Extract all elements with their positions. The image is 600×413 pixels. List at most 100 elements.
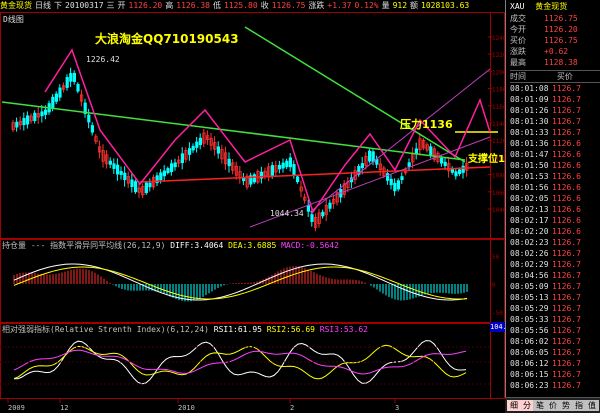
tick-row[interactable]: 08:01:56 1126.6: [510, 182, 600, 193]
tick-row[interactable]: 08:02:13 1126.6: [510, 204, 600, 215]
date-tick-label: 2: [290, 404, 294, 412]
tick-row[interactable]: 08:01:47 1126.6: [510, 149, 600, 160]
green-downtrend-line: [244, 26, 466, 163]
tick-row[interactable]: 08:01:26 1126.7: [510, 105, 600, 116]
tick-time: 08:06:12: [510, 359, 549, 368]
tick-row[interactable]: 08:05:13 1126.7: [510, 292, 600, 303]
tick-row[interactable]: 08:01:36 1126.6: [510, 138, 600, 149]
candle-body: [285, 160, 289, 168]
candle-body: [429, 146, 433, 156]
bottom-tab-6[interactable]: 值: [585, 400, 599, 411]
rsi3-value: RSI3:53.62: [319, 325, 368, 334]
candle-body: [227, 158, 231, 167]
red-support-line: [139, 166, 491, 183]
tick-price: 1126.6: [552, 194, 581, 203]
candle-body: [195, 141, 199, 148]
bottom-tab-0[interactable]: 细: [507, 400, 521, 411]
candle-body: [306, 205, 311, 212]
tick-row[interactable]: 08:02:29 1126.7: [510, 259, 600, 270]
candle-body: [328, 202, 332, 209]
candle-body: [44, 109, 48, 115]
tick-time: 08:01:56: [510, 183, 549, 192]
tick-row[interactable]: 08:02:17 1126.6: [510, 215, 600, 226]
watermark-text: 大浪淘金QQ710190543: [95, 32, 239, 46]
tick-row[interactable]: 08:01:09 1126.7: [510, 94, 600, 105]
macd-panel-label: 持仓量 --- 指数平滑异同平均线(26,12,9) DIFF:3.4064 D…: [2, 240, 339, 251]
candle-body: [108, 160, 112, 165]
tick-row[interactable]: 08:04:56 1126.7: [510, 270, 600, 281]
candle-body: [180, 153, 184, 164]
tick-row[interactable]: 08:02:26 1126.7: [510, 248, 600, 259]
tick-row[interactable]: 08:06:23 1126.7: [510, 380, 600, 391]
tick-time: 08:04:56: [510, 271, 549, 280]
rsi-title: 相对强弱指标(Relative Strenth Index): [2, 325, 166, 334]
candle-body: [461, 165, 465, 173]
tick-row[interactable]: 08:05:09 1126.7: [510, 281, 600, 292]
tick-row[interactable]: 08:02:20 1126.6: [510, 226, 600, 237]
candle-body: [116, 164, 120, 175]
price-tick-label: 1240: [492, 35, 505, 42]
date-label: 20100317: [65, 1, 104, 10]
bottom-tab-4[interactable]: 势: [559, 400, 573, 411]
tick-row[interactable]: 08:05:56 1126.7: [510, 325, 600, 336]
candle-body: [439, 157, 444, 164]
period-label[interactable]: 日线: [35, 1, 51, 10]
price-tick-label: 1120: [492, 138, 505, 145]
open-value: 1126.20: [128, 1, 163, 10]
candle-body: [169, 163, 174, 173]
tick-row[interactable]: 08:06:05 1126.7: [510, 347, 600, 358]
candle-body: [393, 182, 397, 192]
date-tick-label: 2009: [8, 404, 25, 412]
candle-body: [159, 172, 163, 181]
tick-price: 1126.6: [552, 216, 581, 225]
instrument-title: 黄金现货: [0, 1, 32, 10]
change-value: +1.37: [327, 1, 352, 10]
rsi-panel-label: 相对强弱指标(Relative Strenth Index)(6,12,24) …: [2, 324, 368, 335]
tick-price: 1126.6: [552, 161, 581, 170]
tick-row[interactable]: 08:06:15 1126.7: [510, 369, 600, 380]
tick-row[interactable]: 08:02:23 1126.7: [510, 237, 600, 248]
tick-time-header: 时间: [510, 72, 526, 81]
candle-body: [191, 145, 195, 151]
price-tick-label: 1160: [492, 104, 505, 111]
tick-time: 08:01:08: [510, 84, 549, 93]
tick-row[interactable]: 08:05:33 1126.7: [510, 314, 600, 325]
candle-body: [72, 72, 76, 82]
quote-field-row: 最高 1128.38: [510, 57, 600, 68]
volume-key: 量: [381, 1, 390, 10]
tick-row[interactable]: 08:01:50 1126.6: [510, 160, 600, 171]
tick-row[interactable]: 08:06:12 1126.7: [510, 358, 600, 369]
tick-price: 1126.7: [552, 304, 581, 313]
tick-time: 08:01:33: [510, 128, 549, 137]
quote-header-bar: 黄金现货 日线下 20100317 三开 1126.20 高 1126.38 低 1125.80…: [0, 0, 505, 12]
candle-body: [270, 165, 275, 176]
price-tick-label: 1080: [492, 173, 505, 180]
tick-price: 1126.7: [552, 381, 581, 390]
chart-canvas[interactable]: 1240122012001180116011401120110010801060…: [0, 12, 505, 412]
bottom-tab-1[interactable]: 分: [520, 400, 534, 411]
bottom-tab-5[interactable]: 指: [572, 400, 586, 411]
candle-body: [321, 211, 325, 217]
tick-row[interactable]: 08:02:05 1126.6: [510, 193, 600, 204]
tick-row[interactable]: 08:01:08 1126.7: [510, 83, 600, 94]
bottom-tab-2[interactable]: 笔: [533, 400, 547, 411]
tick-time: 08:05:09: [510, 282, 549, 291]
bottom-tab-3[interactable]: 价: [546, 400, 560, 411]
candle-body: [457, 169, 462, 175]
tick-time: 08:02:17: [510, 216, 549, 225]
tick-price-header: 买价: [556, 72, 573, 81]
quote-field-key: 今开: [510, 25, 526, 34]
tick-row[interactable]: 08:06:02 1126.7: [510, 336, 600, 347]
tick-time: 08:02:23: [510, 238, 549, 247]
quote-field-key: 最高: [510, 58, 526, 67]
tick-row[interactable]: 08:05:29 1126.7: [510, 303, 600, 314]
amount-value: 1028103.63: [421, 1, 470, 10]
tick-row[interactable]: 08:01:33 1126.7: [510, 127, 600, 138]
volume-value: 912: [392, 1, 408, 10]
macd-params: (26,12,9): [122, 241, 166, 250]
tick-row[interactable]: 08:01:30 1126.7: [510, 116, 600, 127]
tick-row[interactable]: 08:01:53 1126.6: [510, 171, 600, 182]
resistance-label: 压力1136: [400, 118, 453, 131]
candle-body: [112, 163, 116, 169]
rsi-series: [0, 340, 490, 385]
